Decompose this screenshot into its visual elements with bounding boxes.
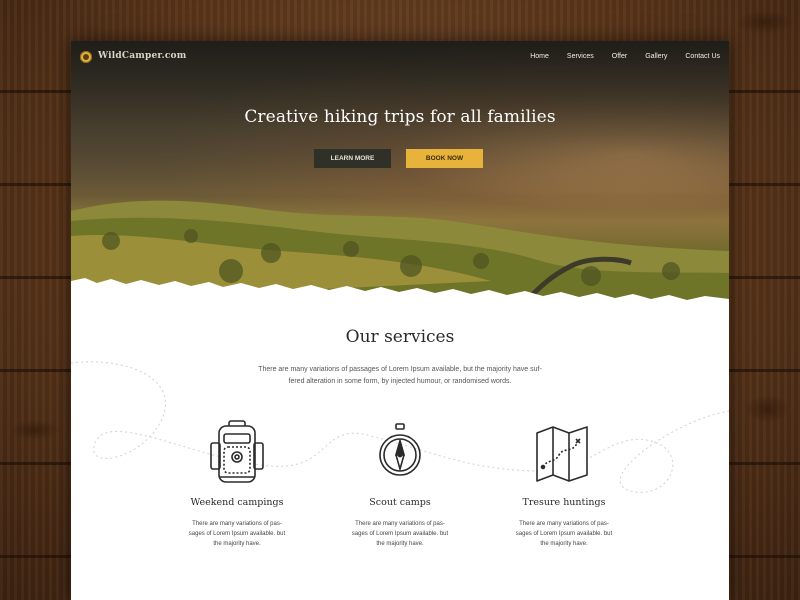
nav-item-gallery[interactable]: Gallery bbox=[645, 53, 667, 60]
services-title: Our services bbox=[345, 327, 455, 347]
hero-section: WildCamper.com Home Services Offer Galle… bbox=[71, 41, 729, 301]
services-intro: There are many variations of passages of… bbox=[258, 366, 542, 385]
service-text: There are many variations of pas-sages o… bbox=[188, 521, 286, 547]
service-text: There are many variations of pas-sages o… bbox=[351, 521, 449, 547]
wood-knot bbox=[745, 395, 790, 423]
service-card-scout-camps: Scout camps There are many variations of… bbox=[325, 419, 475, 549]
map-icon bbox=[536, 426, 588, 482]
website-mockup: WildCamper.com Home Services Offer Galle… bbox=[71, 41, 729, 600]
torn-paper-edge bbox=[71, 278, 729, 309]
header-bar: WildCamper.com Home Services Offer Galle… bbox=[71, 41, 729, 73]
service-text: There are many variations of pas-sages o… bbox=[515, 521, 613, 547]
compass-icon bbox=[379, 423, 421, 476]
nav-item-contact-us[interactable]: Contact Us bbox=[685, 53, 720, 60]
logo-icon bbox=[80, 51, 92, 63]
book-now-button[interactable]: BOOK NOW bbox=[406, 149, 483, 168]
wood-knot bbox=[10, 420, 60, 440]
service-title: Scout camps bbox=[369, 497, 431, 508]
nav-item-services[interactable]: Services bbox=[567, 53, 594, 60]
nav-item-offer[interactable]: Offer bbox=[612, 53, 627, 60]
nav-item-home[interactable]: Home bbox=[530, 53, 549, 60]
backpack-icon bbox=[210, 420, 264, 483]
brand-logo[interactable]: WildCamper.com bbox=[98, 51, 186, 61]
main-nav: Home Services Offer Gallery Contact Us bbox=[512, 53, 720, 60]
service-title: Tresure huntings bbox=[522, 497, 606, 508]
hero-title: Creative hiking trips for all families bbox=[244, 107, 556, 127]
service-card-treasure-huntings: Tresure huntings There are many variatio… bbox=[489, 419, 639, 549]
wood-knot bbox=[735, 10, 795, 34]
learn-more-button[interactable]: LEARN MORE bbox=[314, 149, 391, 168]
service-card-weekend-campings: Weekend campings There are many variatio… bbox=[162, 419, 312, 549]
service-title: Weekend campings bbox=[190, 497, 284, 508]
